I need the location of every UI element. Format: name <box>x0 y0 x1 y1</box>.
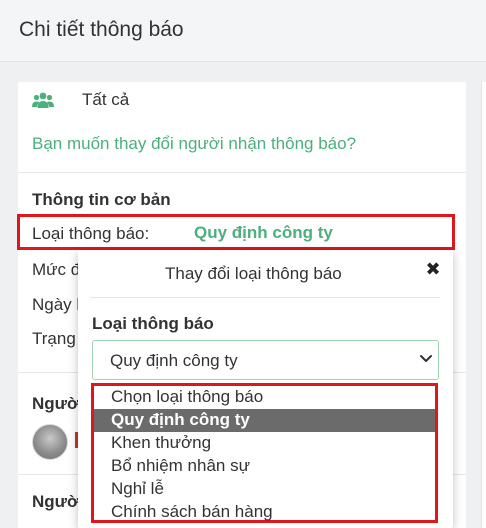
close-icon[interactable]: ✖ <box>424 258 442 280</box>
people-section-heading: Người <box>32 394 84 413</box>
option-company-regulation[interactable]: Quy định công ty <box>94 409 435 432</box>
type-field-label: Loại thông báo <box>92 314 214 333</box>
option-sales-policy[interactable]: Chính sách bán hàng <box>94 501 435 524</box>
change-recipients-link[interactable]: Bạn muốn thay đổi người nhận thông báo? <box>32 134 356 154</box>
users-icon <box>32 91 54 109</box>
basic-info-heading: Thông tin cơ bản <box>32 190 171 209</box>
select-current-value: Quy định công ty <box>110 351 238 370</box>
option-holiday[interactable]: Nghỉ lễ <box>94 478 435 501</box>
avatar <box>32 424 68 460</box>
date-label: Ngày l <box>32 295 81 314</box>
option-reward[interactable]: Khen thưởng <box>94 432 435 455</box>
level-label: Mức đ <box>32 260 81 279</box>
recipients-row <box>32 88 54 112</box>
option-choose-type[interactable]: Chọn loại thông báo <box>94 386 435 409</box>
notification-type-label: Loại thông báo: <box>32 224 150 243</box>
recipients-value: Tất cả <box>82 90 130 109</box>
people-section-heading-2: Người <box>32 492 84 511</box>
notification-type-value[interactable]: Quy định công ty <box>194 223 333 243</box>
divider <box>18 172 466 173</box>
status-label: Trạng <box>32 329 76 348</box>
modal-divider <box>90 297 440 298</box>
side-panel-edge <box>481 82 486 528</box>
page-title: Chi tiết thông báo <box>19 18 184 41</box>
option-staff-appointment[interactable]: Bổ nhiệm nhân sự <box>94 455 435 478</box>
page-header: Chi tiết thông báo <box>0 0 486 62</box>
modal-title: Thay đổi loại thông báo <box>165 264 342 283</box>
chevron-down-icon <box>418 352 434 366</box>
